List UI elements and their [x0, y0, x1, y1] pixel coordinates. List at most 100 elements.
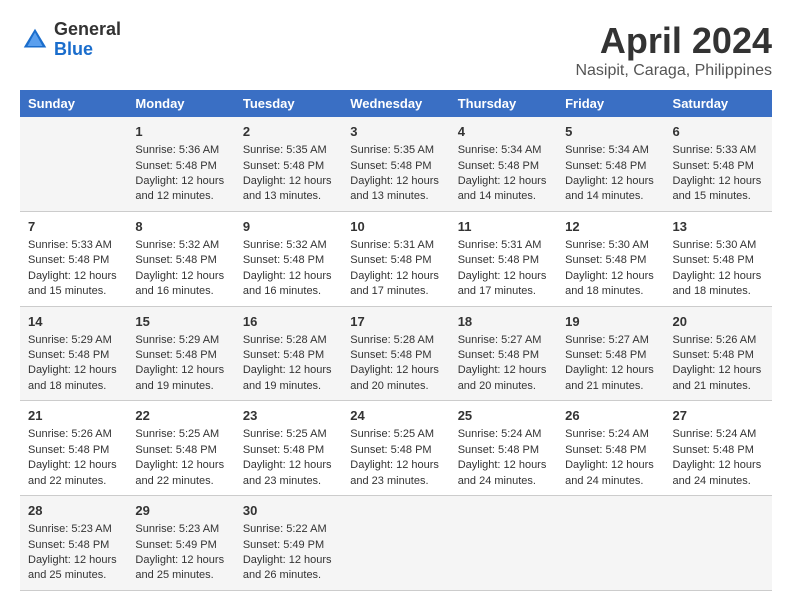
day-info: Daylight: 12 hours	[673, 269, 764, 284]
day-header-saturday: Saturday	[665, 90, 772, 117]
calendar-week-row: 14Sunrise: 5:29 AMSunset: 5:48 PMDayligh…	[20, 306, 772, 401]
calendar-cell	[450, 496, 557, 591]
day-info: Sunset: 5:48 PM	[565, 348, 656, 363]
logo-icon	[20, 25, 50, 55]
day-info: Daylight: 12 hours	[673, 363, 764, 378]
calendar-cell: 4Sunrise: 5:34 AMSunset: 5:48 PMDaylight…	[450, 117, 557, 211]
day-info: Daylight: 12 hours	[28, 553, 119, 568]
day-info: and 16 minutes.	[135, 284, 226, 299]
day-info: and 25 minutes.	[28, 568, 119, 583]
calendar-cell: 20Sunrise: 5:26 AMSunset: 5:48 PMDayligh…	[665, 306, 772, 401]
page-header: General Blue April 2024 Nasipit, Caraga,…	[20, 20, 772, 80]
day-info: Sunrise: 5:34 AM	[565, 143, 656, 158]
day-info: and 13 minutes.	[243, 189, 334, 204]
calendar-week-row: 21Sunrise: 5:26 AMSunset: 5:48 PMDayligh…	[20, 401, 772, 496]
page-subtitle: Nasipit, Caraga, Philippines	[575, 62, 772, 80]
day-info: Sunset: 5:48 PM	[350, 348, 441, 363]
day-info: Daylight: 12 hours	[458, 363, 549, 378]
day-info: Sunrise: 5:25 AM	[243, 427, 334, 442]
day-info: Sunrise: 5:27 AM	[565, 333, 656, 348]
day-header-sunday: Sunday	[20, 90, 127, 117]
logo-text: General Blue	[54, 20, 121, 60]
day-info: Sunset: 5:48 PM	[565, 253, 656, 268]
day-number: 28	[28, 502, 119, 520]
day-header-wednesday: Wednesday	[342, 90, 449, 117]
day-info: Daylight: 12 hours	[243, 458, 334, 473]
day-info: Daylight: 12 hours	[350, 269, 441, 284]
calendar-cell: 17Sunrise: 5:28 AMSunset: 5:48 PMDayligh…	[342, 306, 449, 401]
calendar-cell: 16Sunrise: 5:28 AMSunset: 5:48 PMDayligh…	[235, 306, 342, 401]
day-number: 15	[135, 313, 226, 331]
day-number: 23	[243, 407, 334, 425]
day-number: 24	[350, 407, 441, 425]
day-info: Sunset: 5:48 PM	[243, 253, 334, 268]
page-title: April 2024	[575, 20, 772, 62]
day-info: Sunrise: 5:33 AM	[673, 143, 764, 158]
day-info: Sunrise: 5:23 AM	[28, 522, 119, 537]
day-info: and 14 minutes.	[565, 189, 656, 204]
day-info: Daylight: 12 hours	[135, 363, 226, 378]
day-info: Sunrise: 5:28 AM	[350, 333, 441, 348]
day-info: Sunset: 5:48 PM	[673, 348, 764, 363]
day-info: and 20 minutes.	[458, 379, 549, 394]
calendar-cell: 13Sunrise: 5:30 AMSunset: 5:48 PMDayligh…	[665, 211, 772, 306]
calendar-cell: 24Sunrise: 5:25 AMSunset: 5:48 PMDayligh…	[342, 401, 449, 496]
day-info: and 19 minutes.	[135, 379, 226, 394]
day-info: Daylight: 12 hours	[350, 174, 441, 189]
day-info: Sunrise: 5:30 AM	[673, 238, 764, 253]
day-info: Daylight: 12 hours	[243, 363, 334, 378]
day-info: Sunrise: 5:35 AM	[350, 143, 441, 158]
day-info: and 26 minutes.	[243, 568, 334, 583]
day-info: Daylight: 12 hours	[28, 363, 119, 378]
day-number: 26	[565, 407, 656, 425]
day-info: and 24 minutes.	[458, 474, 549, 489]
day-info: Sunrise: 5:22 AM	[243, 522, 334, 537]
day-info: Sunset: 5:48 PM	[243, 443, 334, 458]
day-info: Sunrise: 5:28 AM	[243, 333, 334, 348]
day-info: and 24 minutes.	[565, 474, 656, 489]
day-info: and 16 minutes.	[243, 284, 334, 299]
day-info: and 15 minutes.	[673, 189, 764, 204]
calendar-cell: 8Sunrise: 5:32 AMSunset: 5:48 PMDaylight…	[127, 211, 234, 306]
day-info: Daylight: 12 hours	[135, 174, 226, 189]
day-info: and 15 minutes.	[28, 284, 119, 299]
day-info: Sunrise: 5:32 AM	[243, 238, 334, 253]
day-info: and 22 minutes.	[135, 474, 226, 489]
calendar-cell	[342, 496, 449, 591]
day-number: 13	[673, 218, 764, 236]
day-number: 14	[28, 313, 119, 331]
title-block: April 2024 Nasipit, Caraga, Philippines	[575, 20, 772, 80]
day-info: and 17 minutes.	[350, 284, 441, 299]
day-info: and 18 minutes.	[673, 284, 764, 299]
day-number: 21	[28, 407, 119, 425]
day-number: 3	[350, 123, 441, 141]
day-info: Daylight: 12 hours	[673, 174, 764, 189]
day-info: Sunset: 5:48 PM	[135, 443, 226, 458]
day-number: 10	[350, 218, 441, 236]
day-info: Daylight: 12 hours	[28, 269, 119, 284]
calendar-cell	[665, 496, 772, 591]
calendar-cell: 9Sunrise: 5:32 AMSunset: 5:48 PMDaylight…	[235, 211, 342, 306]
calendar-cell: 27Sunrise: 5:24 AMSunset: 5:48 PMDayligh…	[665, 401, 772, 496]
day-info: and 21 minutes.	[673, 379, 764, 394]
day-info: Daylight: 12 hours	[458, 458, 549, 473]
day-info: Sunset: 5:48 PM	[28, 253, 119, 268]
logo-blue: Blue	[54, 40, 121, 60]
day-info: Sunset: 5:48 PM	[458, 159, 549, 174]
day-info: Sunset: 5:48 PM	[135, 253, 226, 268]
calendar-cell: 15Sunrise: 5:29 AMSunset: 5:48 PMDayligh…	[127, 306, 234, 401]
calendar-week-row: 7Sunrise: 5:33 AMSunset: 5:48 PMDaylight…	[20, 211, 772, 306]
day-number: 30	[243, 502, 334, 520]
day-number: 6	[673, 123, 764, 141]
calendar-table: SundayMondayTuesdayWednesdayThursdayFrid…	[20, 90, 772, 591]
day-info: and 13 minutes.	[350, 189, 441, 204]
calendar-cell: 11Sunrise: 5:31 AMSunset: 5:48 PMDayligh…	[450, 211, 557, 306]
day-number: 29	[135, 502, 226, 520]
day-info: and 12 minutes.	[135, 189, 226, 204]
day-info: Sunset: 5:48 PM	[350, 159, 441, 174]
day-info: Sunset: 5:48 PM	[565, 159, 656, 174]
day-info: Daylight: 12 hours	[565, 174, 656, 189]
day-info: and 22 minutes.	[28, 474, 119, 489]
day-info: Sunrise: 5:26 AM	[673, 333, 764, 348]
day-info: Sunrise: 5:29 AM	[135, 333, 226, 348]
